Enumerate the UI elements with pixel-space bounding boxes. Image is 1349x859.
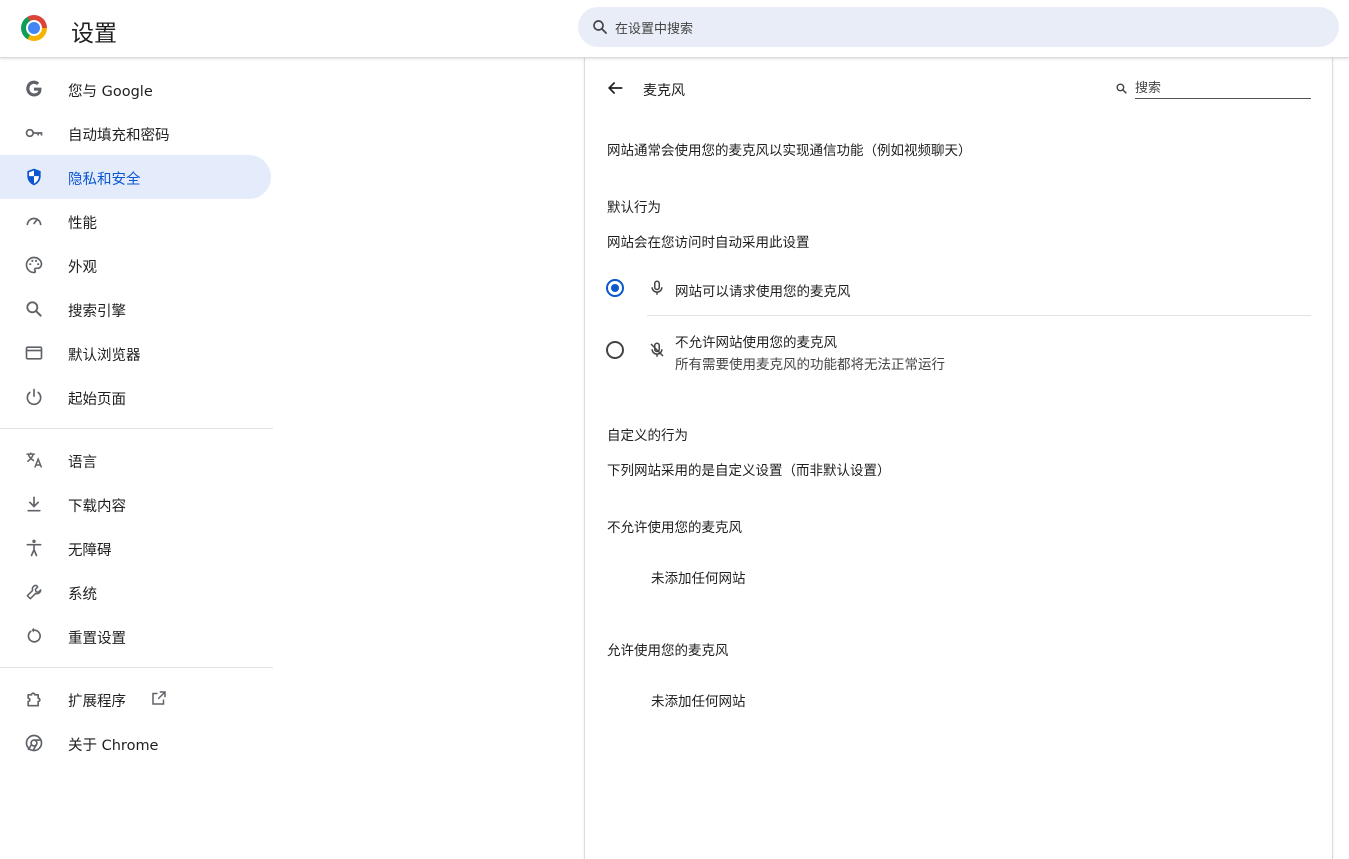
sidebar-item-languages[interactable]: 语言 — [0, 438, 271, 482]
translate-icon — [24, 450, 44, 470]
chrome-logo-icon — [21, 15, 47, 41]
google-g-icon — [24, 79, 44, 99]
sidebar-item-autofill[interactable]: 自动填充和密码 — [0, 111, 271, 155]
mic-off-icon — [650, 342, 664, 357]
sidebar-item-extensions[interactable]: 扩展程序 — [0, 677, 271, 721]
sidebar-item-startup[interactable]: 起始页面 — [0, 375, 271, 419]
site-search-input[interactable]: 搜索 — [1113, 77, 1311, 99]
search-icon — [1116, 83, 1127, 94]
mic-icon — [651, 280, 663, 295]
sidebar-item-system[interactable]: 系统 — [0, 570, 271, 614]
settings-search-input[interactable]: 在设置中搜索 — [578, 7, 1339, 47]
open-in-new-icon — [152, 691, 166, 705]
sidebar-item-search-engine[interactable]: 搜索引擎 — [0, 287, 271, 331]
browser-window-icon — [24, 343, 44, 363]
block-label: 不允许网站使用您的麦克风 — [675, 335, 837, 351]
sidebar-item-label: 隐私和安全 — [68, 172, 141, 188]
sidebar-item-performance[interactable]: 性能 — [0, 199, 271, 243]
sidebar-item-privacy[interactable]: 隐私和安全 — [0, 155, 271, 199]
custom-behavior-subtitle: 下列网站采用的是自定义设置（而非默认设置） — [607, 463, 891, 479]
sidebar-item-appearance[interactable]: 外观 — [0, 243, 271, 287]
sidebar-item-reset[interactable]: 重置设置 — [0, 614, 271, 658]
back-arrow-icon[interactable] — [605, 78, 625, 98]
accessibility-icon — [24, 538, 44, 558]
sidebar-item-label: 扩展程序 — [68, 694, 126, 710]
sidebar-item-label: 下载内容 — [68, 499, 126, 515]
search-placeholder: 在设置中搜索 — [615, 22, 694, 37]
sidebar-item-label: 起始页面 — [68, 392, 126, 408]
sidebar-item-label: 默认浏览器 — [68, 348, 141, 364]
blocked-sites-empty: 未添加任何网站 — [651, 571, 746, 587]
sidebar-item-label: 关于 Chrome — [68, 738, 159, 754]
sidebar-item-label: 外观 — [68, 260, 97, 276]
download-icon — [24, 494, 44, 514]
option-divider — [647, 315, 1311, 316]
allow-request-label: 网站可以请求使用您的麦克风 — [675, 284, 851, 300]
sidebar-item-label: 语言 — [68, 455, 97, 471]
reset-icon — [24, 626, 44, 646]
sidebar: 您与 Google 自动填充和密码 隐私和安全 性能 外观 搜索引擎 默认浏览器… — [0, 67, 273, 765]
sidebar-item-label: 您与 Google — [68, 84, 153, 100]
sidebar-item-about-chrome[interactable]: 关于 Chrome — [0, 721, 271, 765]
sidebar-item-label: 重置设置 — [68, 631, 126, 647]
search-icon — [24, 299, 44, 319]
page-title: 设置 — [71, 21, 117, 47]
sidebar-item-you-and-google[interactable]: 您与 Google — [0, 67, 271, 111]
panel-title: 麦克风 — [643, 83, 685, 99]
blocked-sites-title: 不允许使用您的麦克风 — [607, 520, 742, 536]
sidebar-item-label: 无障碍 — [68, 543, 112, 559]
puzzle-icon — [24, 689, 44, 709]
search-icon — [593, 20, 607, 34]
allow-request-radio[interactable] — [606, 279, 624, 297]
block-radio[interactable] — [606, 341, 624, 359]
default-behavior-title: 默认行为 — [607, 200, 661, 216]
panel-description: 网站通常会使用您的麦克风以实现通信功能（例如视频聊天） — [607, 143, 972, 159]
microphone-settings-panel: 麦克风 搜索 网站通常会使用您的麦克风以实现通信功能（例如视频聊天） 默认行为 … — [584, 58, 1333, 859]
wrench-icon — [24, 582, 44, 602]
palette-icon — [24, 255, 44, 275]
shield-icon — [24, 167, 44, 187]
chrome-icon — [24, 733, 44, 753]
block-sublabel: 所有需要使用麦克风的功能都将无法正常运行 — [675, 357, 945, 373]
sidebar-item-label: 自动填充和密码 — [68, 128, 170, 144]
sidebar-divider — [0, 428, 273, 429]
sidebar-item-accessibility[interactable]: 无障碍 — [0, 526, 271, 570]
sidebar-item-default-browser[interactable]: 默认浏览器 — [0, 331, 271, 375]
sidebar-item-label: 搜索引擎 — [68, 304, 126, 320]
top-bar: 设置 在设置中搜索 — [0, 0, 1349, 58]
power-icon — [24, 387, 44, 407]
sidebar-item-downloads[interactable]: 下载内容 — [0, 482, 271, 526]
key-icon — [24, 123, 44, 143]
sidebar-divider — [0, 667, 273, 668]
allowed-sites-title: 允许使用您的麦克风 — [607, 643, 729, 659]
allowed-sites-empty: 未添加任何网站 — [651, 694, 746, 710]
search-label: 搜索 — [1135, 77, 1311, 99]
sidebar-item-label: 系统 — [68, 587, 97, 603]
sidebar-item-label: 性能 — [68, 216, 97, 232]
default-behavior-subtitle: 网站会在您访问时自动采用此设置 — [607, 235, 810, 251]
custom-behavior-title: 自定义的行为 — [607, 428, 688, 444]
speedometer-icon — [24, 211, 44, 231]
